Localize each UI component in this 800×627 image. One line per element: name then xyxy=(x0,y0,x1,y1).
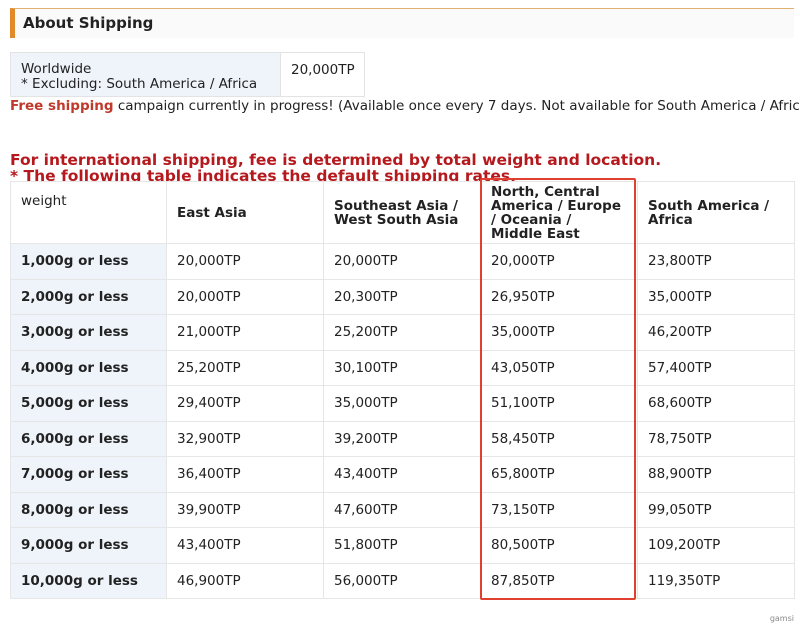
table-row: 3,000g or less 21,000TP 25,200TP 35,000TP 46… xyxy=(10,314,795,351)
rate-cell: 58,450TP xyxy=(480,420,638,457)
weight-cell: 4,000g or less xyxy=(10,349,167,386)
weight-cell: 1,000g or less xyxy=(10,243,167,280)
header-north-america-europe: North, Central America / Europe / Oceani… xyxy=(480,181,638,244)
weight-cell: 10,000g or less xyxy=(10,562,167,599)
worldwide-fee: 20,000TP xyxy=(280,52,365,97)
rate-cell: 32,900TP xyxy=(166,420,324,457)
table-row: 10,000g or less 46,900TP 56,000TP 87,850TP 1… xyxy=(10,562,795,599)
international-note: For international shipping, fee is deter… xyxy=(10,152,661,184)
section-header: About Shipping xyxy=(10,8,794,38)
rate-cell: 80,500TP xyxy=(480,527,638,564)
rate-cell: 20,000TP xyxy=(166,278,324,315)
rate-cell: 43,400TP xyxy=(166,527,324,564)
rate-cell: 65,800TP xyxy=(480,456,638,493)
rate-cell: 29,400TP xyxy=(166,385,324,422)
rate-cell: 21,000TP xyxy=(166,314,324,351)
weight-cell: 2,000g or less xyxy=(10,278,167,315)
campaign-highlight: Free shipping xyxy=(10,98,114,114)
table-row: 1,000g or less 20,000TP 20,000TP 20,000TP 23… xyxy=(10,243,795,280)
rate-cell: 20,000TP xyxy=(166,243,324,280)
weight-cell: 6,000g or less xyxy=(10,420,167,457)
rate-cell: 36,400TP xyxy=(166,456,324,493)
rate-cell: 109,200TP xyxy=(637,527,795,564)
weight-cell: 8,000g or less xyxy=(10,491,167,528)
table-row: 4,000g or less 25,200TP 30,100TP 43,050TP 57… xyxy=(10,349,795,386)
weight-cell: 7,000g or less xyxy=(10,456,167,493)
rate-cell: 87,850TP xyxy=(480,562,638,599)
table-row: 7,000g or less 36,400TP 43,400TP 65,800TP 88… xyxy=(10,456,795,493)
table-row: 6,000g or less 32,900TP 39,200TP 58,450TP 78… xyxy=(10,420,795,457)
rate-cell: 78,750TP xyxy=(637,420,795,457)
rate-cell: 51,800TP xyxy=(323,527,481,564)
rate-cell: 56,000TP xyxy=(323,562,481,599)
header-east-asia: East Asia xyxy=(166,181,324,244)
weight-cell: 5,000g or less xyxy=(10,385,167,422)
rate-cell: 25,200TP xyxy=(166,349,324,386)
rate-cell: 99,050TP xyxy=(637,491,795,528)
rate-cell: 35,000TP xyxy=(323,385,481,422)
rate-cell: 57,400TP xyxy=(637,349,795,386)
rate-cell: 20,000TP xyxy=(323,243,481,280)
rate-cell: 68,600TP xyxy=(637,385,795,422)
table-row: 2,000g or less 20,000TP 20,300TP 26,950TP 35… xyxy=(10,278,795,315)
rate-cell: 20,300TP xyxy=(323,278,481,315)
weight-cell: 3,000g or less xyxy=(10,314,167,351)
worldwide-label: Worldwide * Excluding: South America / A… xyxy=(10,52,281,97)
section-title: About Shipping xyxy=(23,14,154,32)
campaign-notice: Free shipping campaign currently in prog… xyxy=(10,98,800,114)
rate-cell: 88,900TP xyxy=(637,456,795,493)
table-row: 8,000g or less 39,900TP 47,600TP 73,150TP 99… xyxy=(10,491,795,528)
rate-cell: 47,600TP xyxy=(323,491,481,528)
rates-body: 1,000g or less 20,000TP 20,000TP 20,000TP 23… xyxy=(10,243,795,599)
rate-cell: 51,100TP xyxy=(480,385,638,422)
worldwide-fee-table: Worldwide * Excluding: South America / A… xyxy=(10,52,365,97)
table-row: 9,000g or less 43,400TP 51,800TP 80,500TP 10… xyxy=(10,527,795,564)
rate-cell: 43,400TP xyxy=(323,456,481,493)
rate-cell: 46,900TP xyxy=(166,562,324,599)
campaign-text: campaign currently in progress! (Availab… xyxy=(113,98,800,114)
worldwide-label-line2: * Excluding: South America / Africa xyxy=(21,76,258,92)
rate-cell: 20,000TP xyxy=(480,243,638,280)
header-south-america-africa: South America / Africa xyxy=(637,181,795,244)
rate-cell: 119,350TP xyxy=(637,562,795,599)
rate-cell: 35,000TP xyxy=(637,278,795,315)
header-southeast-asia: Southeast Asia / West South Asia xyxy=(323,181,481,244)
rate-cell: 39,200TP xyxy=(323,420,481,457)
shipping-rates-table: weight East Asia Southeast Asia / West S… xyxy=(10,181,795,599)
international-note-line1: For international shipping, fee is deter… xyxy=(10,151,662,169)
worldwide-label-line1: Worldwide xyxy=(21,61,92,77)
watermark: gamsi xyxy=(769,614,794,623)
rate-cell: 43,050TP xyxy=(480,349,638,386)
rate-cell: 39,900TP xyxy=(166,491,324,528)
rate-cell: 25,200TP xyxy=(323,314,481,351)
rate-cell: 30,100TP xyxy=(323,349,481,386)
rate-cell: 35,000TP xyxy=(480,314,638,351)
header-weight: weight xyxy=(10,181,167,244)
table-row: 5,000g or less 29,400TP 35,000TP 51,100TP 68… xyxy=(10,385,795,422)
rate-cell: 23,800TP xyxy=(637,243,795,280)
rate-cell: 46,200TP xyxy=(637,314,795,351)
rate-cell: 26,950TP xyxy=(480,278,638,315)
rate-cell: 73,150TP xyxy=(480,491,638,528)
weight-cell: 9,000g or less xyxy=(10,527,167,564)
